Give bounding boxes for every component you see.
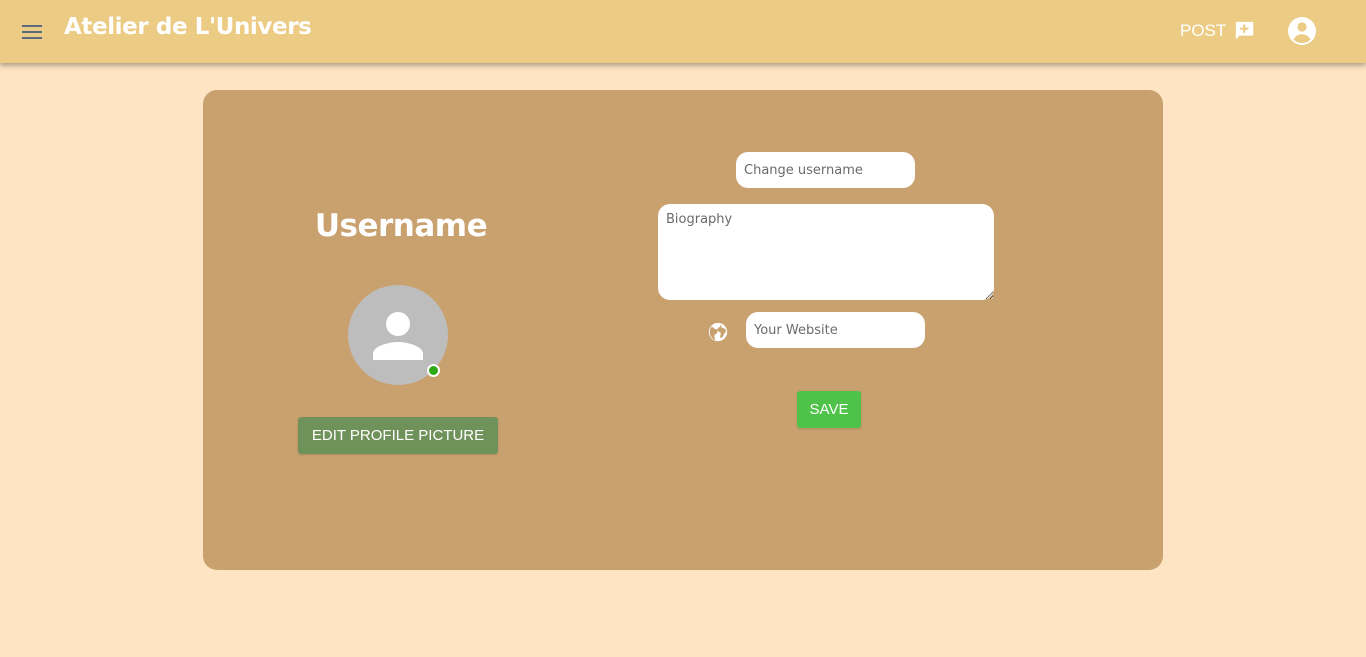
website-input[interactable] bbox=[746, 312, 925, 348]
account-circle-icon bbox=[1288, 17, 1316, 45]
post-label: POST bbox=[1180, 21, 1227, 40]
app-bar: Atelier de L'Univers POST bbox=[0, 0, 1366, 63]
online-status-indicator bbox=[427, 364, 440, 377]
menu-button[interactable] bbox=[16, 16, 48, 48]
profile-card: Username EDIT PROFILE PICTURE SAVE bbox=[203, 90, 1163, 570]
save-button[interactable]: SAVE bbox=[797, 391, 861, 428]
globe-icon bbox=[708, 322, 728, 342]
add-comment-icon bbox=[1236, 21, 1254, 40]
menu-icon bbox=[22, 25, 42, 39]
account-button[interactable] bbox=[1286, 15, 1318, 47]
biography-input[interactable] bbox=[658, 204, 994, 300]
person-icon bbox=[373, 312, 423, 360]
username-input[interactable] bbox=[736, 152, 915, 188]
app-title[interactable]: Atelier de L'Univers bbox=[64, 14, 312, 40]
username-heading: Username bbox=[314, 208, 488, 244]
edit-profile-picture-button[interactable]: EDIT PROFILE PICTURE bbox=[298, 417, 498, 454]
post-button[interactable]: POST bbox=[1180, 16, 1256, 46]
